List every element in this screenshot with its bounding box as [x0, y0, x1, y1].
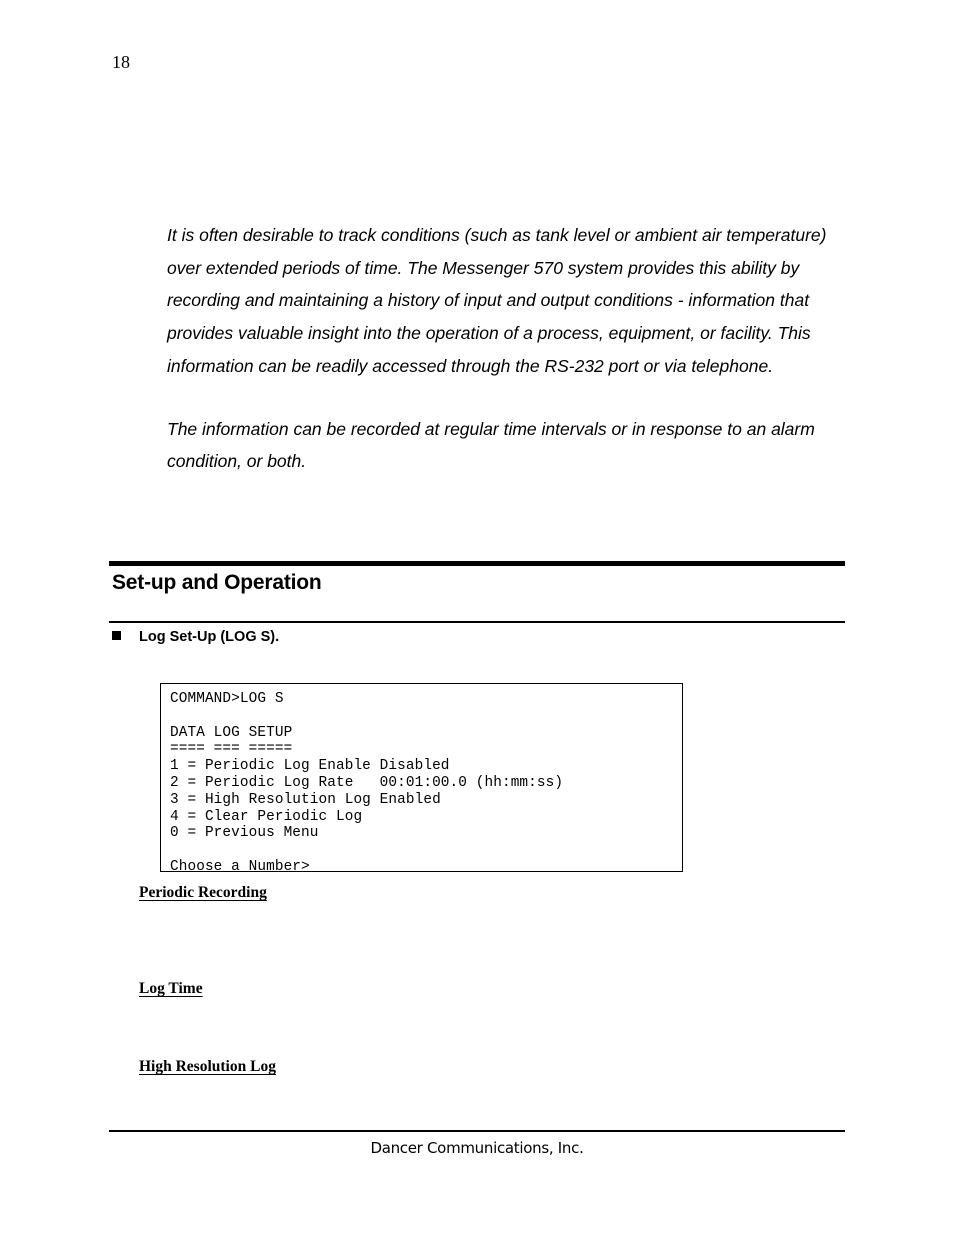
paragraph-2: The information can be recorded at regul… [167, 418, 815, 472]
terminal-output-text: COMMAND>LOG S DATA LOG SETUP ==== === ==… [170, 691, 564, 872]
subheading-periodic-recording: Periodic Recording [139, 884, 267, 901]
section-heading: Set-up and Operation [112, 571, 322, 594]
section-rule-thin [109, 621, 845, 623]
subheading-log-time: Log Time [139, 980, 203, 997]
page-number: 18 [112, 52, 130, 72]
terminal-output-box: COMMAND>LOG S DATA LOG SETUP ==== === ==… [160, 683, 683, 872]
footer-company-name: Dancer Communications, Inc. [370, 1139, 584, 1157]
intro-body-text: It is often desirable to track condition… [167, 219, 847, 478]
subheading-high-resolution-log: High Resolution Log [139, 1058, 276, 1075]
document-page: 18 It is often desirable to track condit… [0, 0, 954, 1235]
footer-rule [109, 1130, 845, 1132]
bullet-item-label: Log Set-Up (LOG S). [139, 629, 280, 645]
paragraph-1: It is often desirable to track condition… [167, 225, 827, 376]
section-rule-thick [109, 561, 845, 566]
square-bullet-icon [112, 631, 121, 640]
bullet-list-item: Log Set-Up (LOG S). [112, 628, 279, 646]
